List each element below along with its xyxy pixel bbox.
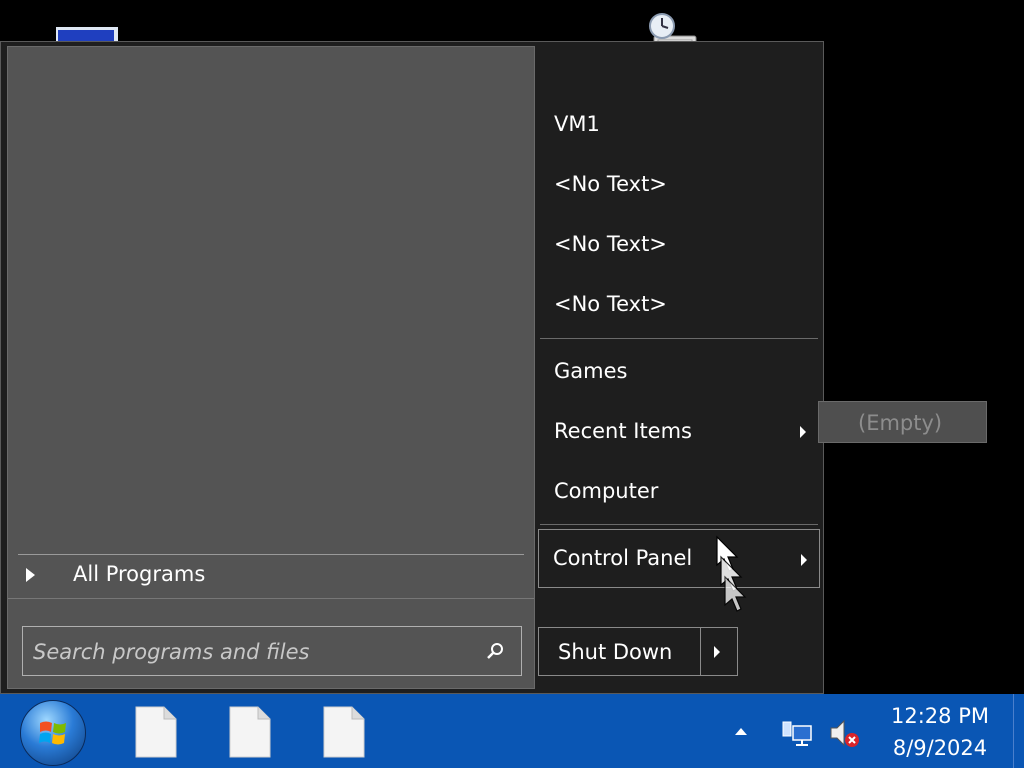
shut-down-options-arrow-icon[interactable]: [714, 646, 720, 658]
menu-item-no-text-2[interactable]: <No Text>: [540, 219, 818, 275]
menu-item-user-folder[interactable]: VM1: [540, 99, 818, 155]
submenu-arrow-icon: [800, 426, 806, 438]
menu-item-games[interactable]: Games: [540, 346, 818, 402]
search-icon[interactable]: [485, 641, 505, 661]
file-icon[interactable]: [134, 705, 178, 759]
all-programs-label: All Programs: [73, 562, 206, 586]
menu-item-computer[interactable]: Computer: [540, 466, 818, 522]
show-desktop-button[interactable]: [1013, 694, 1024, 768]
menu-item-control-panel[interactable]: Control Panel: [538, 529, 820, 588]
menu-item-recent-items[interactable]: Recent Items: [540, 406, 818, 462]
show-hidden-icons-arrow-icon[interactable]: [735, 728, 747, 735]
volume-muted-icon[interactable]: [828, 718, 860, 748]
menu-item-label: <No Text>: [554, 232, 667, 256]
menu-item-label: Recent Items: [554, 419, 692, 443]
divider: [540, 338, 818, 339]
network-icon[interactable]: [781, 718, 813, 748]
file-icon[interactable]: [228, 705, 272, 759]
menu-item-label: VM1: [554, 112, 600, 136]
menu-item-label: Games: [554, 359, 628, 383]
expand-arrow-icon: [26, 568, 35, 582]
clock-date[interactable]: 8/9/2024: [870, 736, 1010, 760]
menu-item-label: <No Text>: [554, 292, 667, 316]
menu-item-label: Computer: [554, 479, 659, 503]
recent-items-submenu: (Empty): [818, 401, 987, 443]
search-box[interactable]: [22, 626, 522, 676]
start-button[interactable]: [20, 700, 86, 766]
divider: [540, 524, 818, 525]
menu-item-label: Control Panel: [553, 546, 693, 570]
mouse-cursor-icon: [716, 535, 747, 612]
shut-down-button[interactable]: Shut Down: [538, 627, 738, 676]
submenu-empty-item: (Empty): [858, 411, 943, 435]
file-icon[interactable]: [322, 705, 366, 759]
clock-time[interactable]: 12:28 PM: [870, 704, 1010, 728]
submenu-arrow-icon: [801, 554, 807, 566]
all-programs-button[interactable]: All Programs: [18, 558, 524, 594]
divider: [8, 598, 534, 599]
menu-item-no-text-3[interactable]: <No Text>: [540, 279, 818, 335]
windows-logo-icon: [39, 721, 66, 745]
search-input[interactable]: [31, 635, 475, 669]
divider: [700, 628, 701, 675]
menu-item-no-text-1[interactable]: <No Text>: [540, 159, 818, 215]
shut-down-label: Shut Down: [558, 640, 673, 664]
taskbar: 12:28 PM 8/9/2024: [0, 694, 1024, 768]
menu-item-label: <No Text>: [554, 172, 667, 196]
divider: [18, 554, 524, 555]
